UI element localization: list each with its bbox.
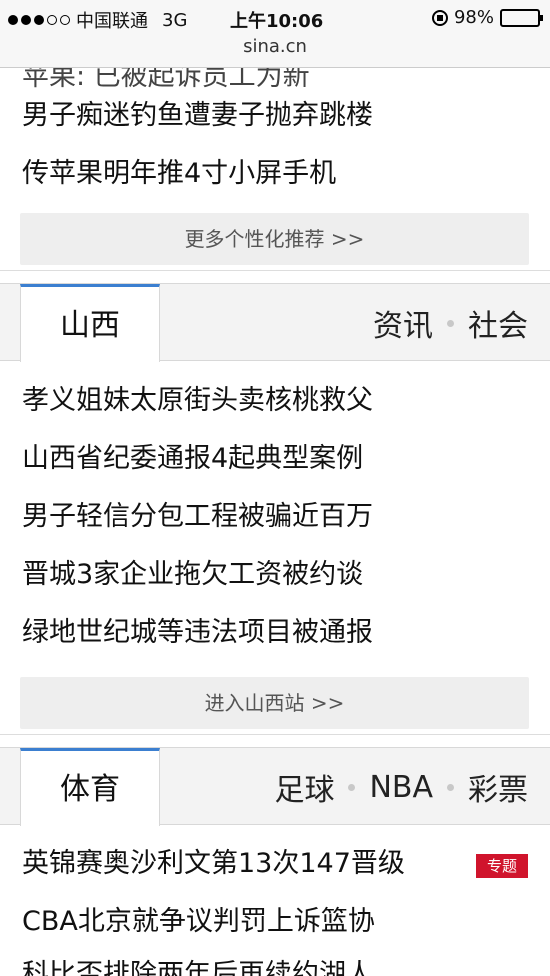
dot-separator	[447, 783, 454, 791]
tab-football[interactable]: 足球	[274, 765, 334, 809]
status-bar: 中国联通 3G 上午10:06 98%	[0, 0, 550, 36]
url-text: sina.cn	[243, 36, 307, 57]
dot-separator	[447, 319, 454, 327]
news-item[interactable]: 传苹果明年推4寸小屏手机	[22, 157, 336, 191]
news-item[interactable]: 孝义姐妹太原街头卖核桃救父	[22, 384, 373, 418]
carrier-name: 中国联通	[76, 11, 148, 32]
news-item[interactable]: CBA北京就争议判罚上诉篮协	[22, 905, 375, 939]
network-type: 3G	[162, 9, 188, 31]
tab-news[interactable]: 资讯	[373, 301, 433, 345]
enter-shanxi-button[interactable]: 进入山西站 >>	[20, 677, 529, 729]
tab-sports[interactable]: 体育	[20, 748, 160, 826]
news-item[interactable]: 英锦赛奥沙利文第13次147晋级	[22, 847, 405, 881]
url-bar[interactable]: sina.cn	[0, 36, 550, 68]
news-item[interactable]: 山西省纪委通报4起典型案例	[22, 442, 363, 476]
sports-tab-bar: 体育 足球 NBA 彩票	[0, 747, 550, 826]
section-divider	[0, 270, 550, 284]
tab-society[interactable]: 社会	[468, 301, 528, 345]
news-item[interactable]: 科比否排除两年后再续约湖人	[22, 958, 373, 976]
news-item[interactable]: 绿地世纪城等违法项目被通报	[22, 616, 373, 650]
shanxi-tab-bar: 山西 资讯 社会	[0, 283, 550, 362]
section-divider	[0, 734, 550, 748]
more-recommendations-button[interactable]: 更多个性化推荐 >>	[20, 213, 529, 265]
tab-shanxi[interactable]: 山西	[20, 284, 160, 362]
dot-separator	[348, 783, 356, 791]
tab-lottery[interactable]: 彩票	[468, 765, 528, 809]
tab-nba[interactable]: NBA	[369, 770, 433, 805]
news-item[interactable]: 晋城3家企业拖欠工资被约谈	[22, 558, 363, 592]
news-item-clipped[interactable]: 苹果: 已被起诉员工为新	[22, 68, 310, 94]
battery-icon	[500, 8, 543, 27]
clock: 上午10:06	[230, 11, 324, 32]
news-item[interactable]: 男子轻信分包工程被骗近百万	[22, 500, 373, 534]
signal-strength-icon	[8, 15, 70, 25]
topic-badge[interactable]: 专题	[476, 854, 528, 878]
battery-percent: 98%	[453, 7, 494, 28]
news-item[interactable]: 男子痴迷钓鱼遭妻子抛弃跳楼	[22, 99, 373, 133]
rotation-lock-icon	[431, 9, 448, 26]
